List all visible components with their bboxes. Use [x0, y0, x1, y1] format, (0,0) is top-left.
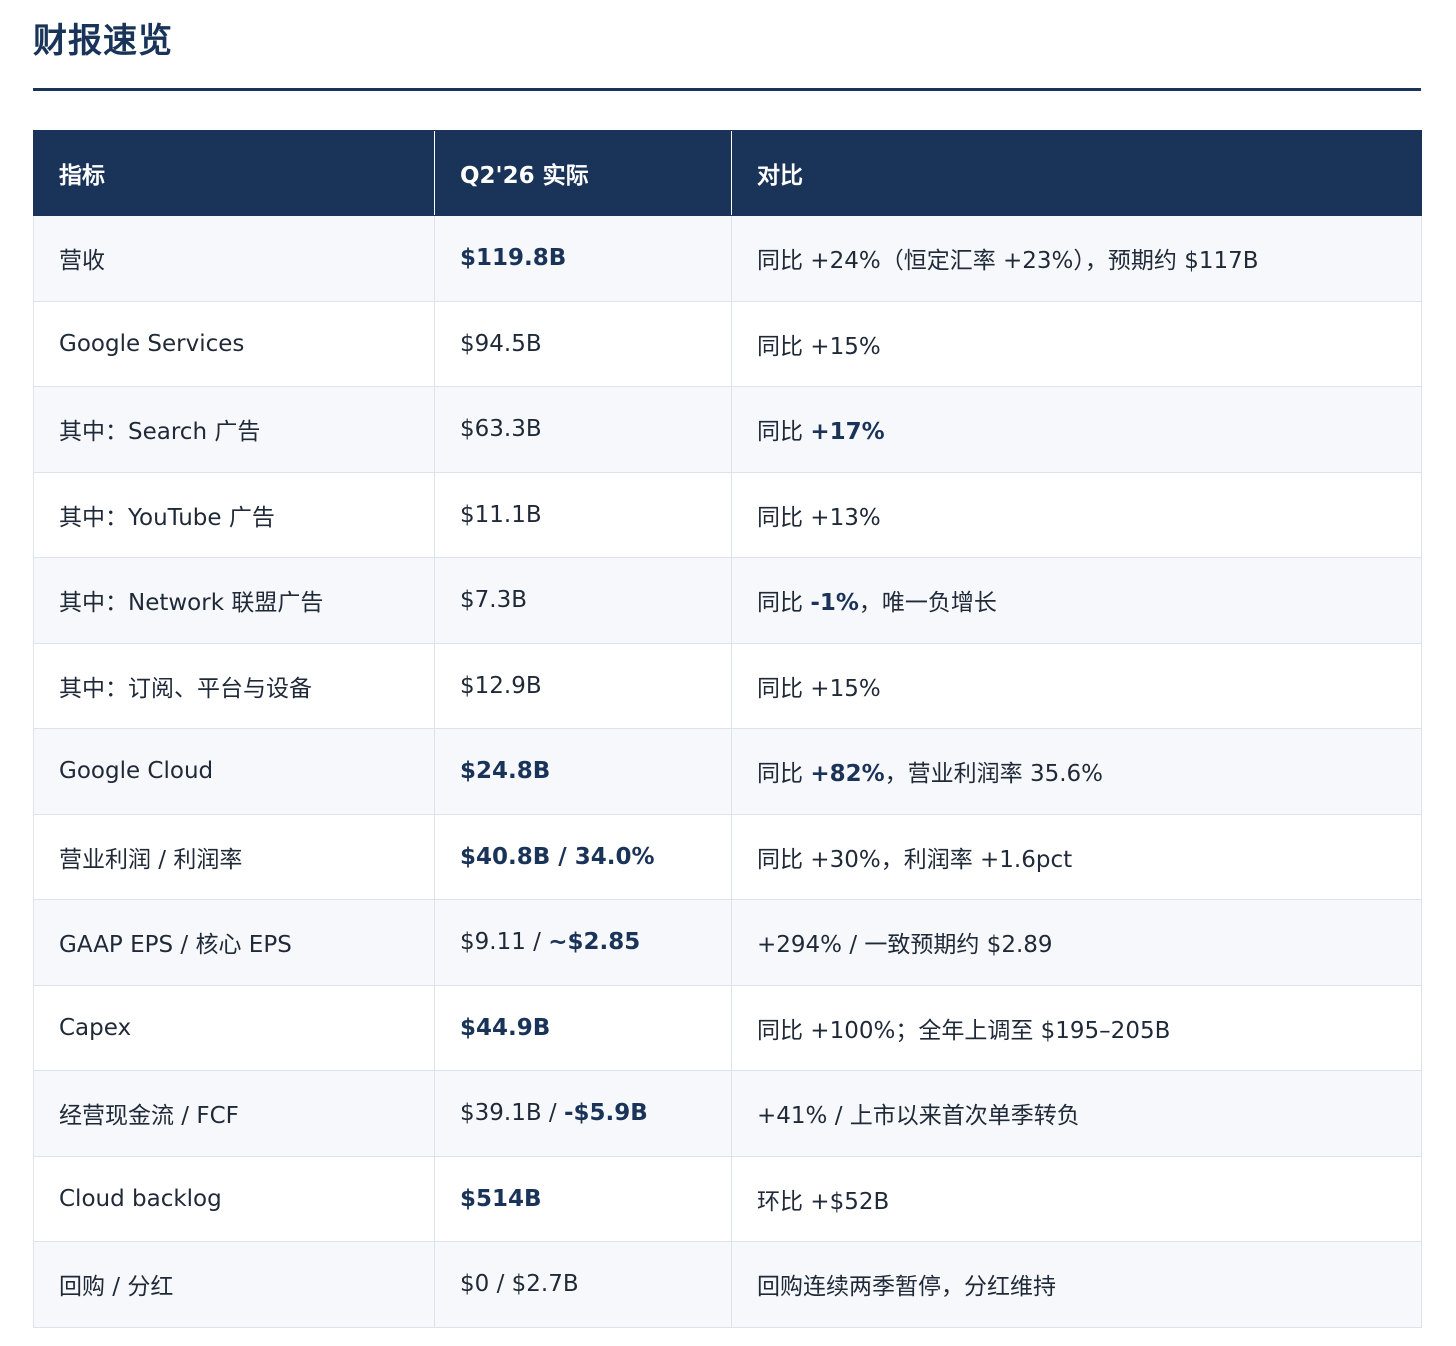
emphasis-text: -1%: [810, 590, 859, 617]
cell-text: +41% / 上市以来首次单季转负: [757, 1103, 1080, 1130]
table-row: Cloud backlog $514B 环比 +$52B: [33, 1155, 1422, 1242]
table-row: GAAP EPS / 核心 EPS $9.11 / ~$2.85 +294% / 一…: [33, 899, 1422, 986]
emphasis-text: $24.8B: [460, 758, 551, 785]
cell-metric: 营收: [33, 215, 435, 302]
cell-actual: $24.8B: [434, 728, 732, 815]
cell-metric: GAAP EPS / 核心 EPS: [33, 899, 435, 986]
cell-comparison: 回购连续两季暂停，分红维持: [731, 1241, 1422, 1328]
table-row: 营业利润 / 利润率 $40.8B / 34.0% 同比 +30%，利润率 +1.6…: [33, 813, 1422, 900]
cell-comparison: 同比 +82%，营业利润率 35.6%: [731, 728, 1422, 815]
cell-comparison: 环比 +$52B: [731, 1155, 1422, 1242]
cell-actual: $39.1B / -$5.9B: [434, 1070, 732, 1157]
emphasis-text: $119.8B: [460, 245, 567, 272]
cell-metric: Capex: [33, 984, 435, 1071]
cell-text: $11.1B: [460, 501, 542, 528]
cell-metric: 其中：订阅、平台与设备: [33, 642, 435, 729]
table-header: 指标 Q2'26 实际 对比: [33, 130, 1422, 216]
cell-text: $39.1B /: [460, 1100, 564, 1127]
cell-text: 环比 +$52B: [757, 1188, 890, 1215]
emphasis-text: -$5.9B: [564, 1100, 648, 1127]
cell-actual: $12.9B: [434, 642, 732, 729]
emphasis-text: +82%: [810, 761, 885, 788]
cell-actual: $44.9B: [434, 984, 732, 1071]
cell-actual: $63.3B: [434, 386, 732, 473]
table-row: 营收 $119.8B 同比 +24%（恒定汇率 +23%），预期约 $117B: [33, 215, 1422, 302]
cell-actual: $119.8B: [434, 215, 732, 302]
table-body: 营收 $119.8B 同比 +24%（恒定汇率 +23%），预期约 $117B Goo…: [33, 215, 1422, 1328]
cell-text: $94.5B: [460, 330, 542, 357]
cell-comparison: 同比 -1%，唯一负增长: [731, 557, 1422, 644]
cell-metric: Google Cloud: [33, 728, 435, 815]
cell-comparison: +294% / 一致预期约 $2.89: [731, 899, 1422, 986]
table-row: 其中：订阅、平台与设备 $12.9B 同比 +15%: [33, 642, 1422, 729]
table-row: 经营现金流 / FCF $39.1B / -$5.9B +41% / 上市以来首次单…: [33, 1070, 1422, 1157]
cell-metric: 其中：Search 广告: [33, 386, 435, 473]
cell-text: $63.3B: [460, 416, 542, 443]
table-row: Google Services $94.5B 同比 +15%: [33, 300, 1422, 387]
emphasis-text: +17%: [810, 419, 885, 446]
table-row: Capex $44.9B 同比 +100%；全年上调至 $195–205B: [33, 984, 1422, 1071]
cell-actual: $7.3B: [434, 557, 732, 644]
header-metric: 指标: [33, 130, 435, 216]
cell-actual: $0 / $2.7B: [434, 1241, 732, 1328]
emphasis-text: $514B: [460, 1185, 542, 1212]
cell-actual: $514B: [434, 1155, 732, 1242]
cell-comparison: +41% / 上市以来首次单季转负: [731, 1070, 1422, 1157]
emphasis-text: $40.8B / 34.0%: [460, 843, 655, 870]
cell-actual: $9.11 / ~$2.85: [434, 899, 732, 986]
cell-comparison: 同比 +100%；全年上调至 $195–205B: [731, 984, 1422, 1071]
header-actual: Q2'26 实际: [434, 130, 732, 216]
cell-text: 同比 +24%（恒定汇率 +23%），预期约 $117B: [757, 248, 1259, 275]
cell-metric: Google Services: [33, 300, 435, 387]
cell-text: 同比 +15%: [757, 675, 881, 702]
cell-metric: 回购 / 分红: [33, 1241, 435, 1328]
cell-text: ，唯一负增长: [858, 590, 997, 617]
table-row: Google Cloud $24.8B 同比 +82%，营业利润率 35.6%: [33, 728, 1422, 815]
cell-text: +294% / 一致预期约 $2.89: [757, 932, 1053, 959]
table-row: 其中：Search 广告 $63.3B 同比 +17%: [33, 386, 1422, 473]
cell-metric: 营业利润 / 利润率: [33, 813, 435, 900]
cell-text: ，营业利润率 35.6%: [884, 761, 1104, 788]
cell-metric: 经营现金流 / FCF: [33, 1070, 435, 1157]
cell-metric: 其中：YouTube 广告: [33, 471, 435, 558]
cell-actual: $94.5B: [434, 300, 732, 387]
cell-text: 同比: [757, 590, 811, 617]
table-row: 其中：YouTube 广告 $11.1B 同比 +13%: [33, 471, 1422, 558]
page-title: 财报速览: [33, 21, 173, 61]
cell-text: $0 / $2.7B: [460, 1271, 579, 1298]
cell-text: 同比 +15%: [757, 333, 881, 360]
cell-text: 同比 +30%，利润率 +1.6pct: [757, 846, 1073, 873]
header-comparison: 对比: [731, 130, 1422, 216]
cell-text: 回购连续两季暂停，分红维持: [757, 1274, 1056, 1301]
cell-text: 同比 +100%；全年上调至 $195–205B: [757, 1017, 1171, 1044]
cell-metric: Cloud backlog: [33, 1155, 435, 1242]
cell-actual: $40.8B / 34.0%: [434, 813, 732, 900]
cell-comparison: 同比 +17%: [731, 386, 1422, 473]
earnings-table: 指标 Q2'26 实际 对比 营收 $119.8B 同比 +24%（恒定汇率 +23…: [33, 130, 1422, 1328]
cell-text: $9.11 /: [460, 929, 549, 956]
table-header-row: 指标 Q2'26 实际 对比: [33, 130, 1422, 216]
cell-comparison: 同比 +15%: [731, 642, 1422, 729]
cell-text: 同比 +13%: [757, 504, 881, 531]
title-divider: [33, 88, 1421, 91]
cell-comparison: 同比 +15%: [731, 300, 1422, 387]
table-row: 其中：Network 联盟广告 $7.3B 同比 -1%，唯一负增长: [33, 557, 1422, 644]
cell-text: $12.9B: [460, 672, 542, 699]
cell-comparison: 同比 +24%（恒定汇率 +23%），预期约 $117B: [731, 215, 1422, 302]
emphasis-text: $44.9B: [460, 1014, 551, 1041]
emphasis-text: ~$2.85: [548, 929, 641, 956]
cell-text: $7.3B: [460, 587, 527, 614]
cell-metric: 其中：Network 联盟广告: [33, 557, 435, 644]
cell-text: 同比: [757, 761, 811, 788]
cell-actual: $11.1B: [434, 471, 732, 558]
page: 财报速览 指标 Q2'26 实际 对比 营收 $119.8B 同比 +24%（恒定汇…: [0, 0, 1456, 1346]
table-row: 回购 / 分红 $0 / $2.7B 回购连续两季暂停，分红维持: [33, 1241, 1422, 1328]
cell-comparison: 同比 +13%: [731, 471, 1422, 558]
cell-text: 同比: [757, 419, 811, 446]
cell-comparison: 同比 +30%，利润率 +1.6pct: [731, 813, 1422, 900]
